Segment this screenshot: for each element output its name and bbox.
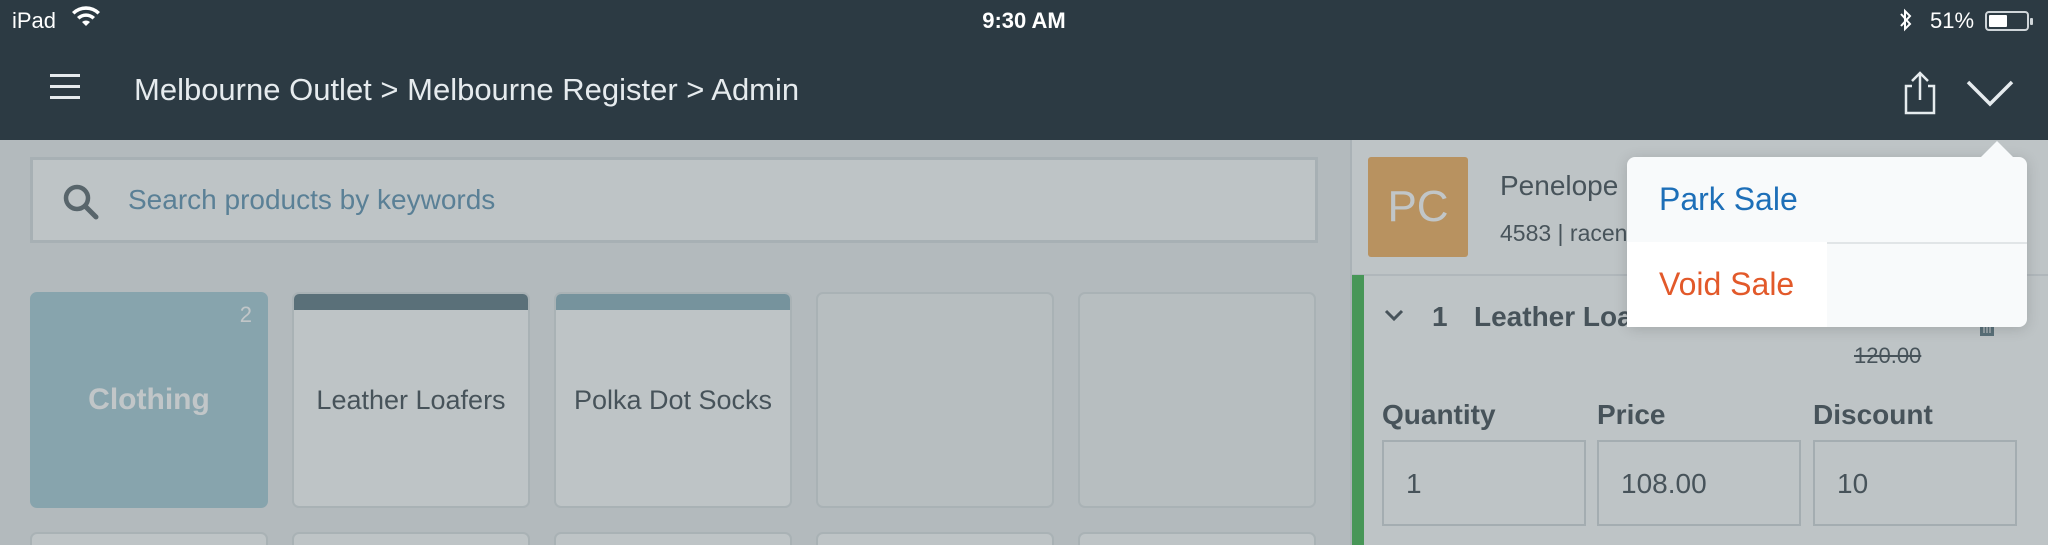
breadcrumb: Melbourne Outlet > Melbourne Register > … [134, 72, 800, 107]
chevron-down-icon[interactable] [1960, 68, 2020, 118]
sale-actions-popover: Park Sale Void Sale [1627, 141, 2027, 327]
bluetooth-icon [1900, 8, 1912, 32]
battery-icon [1985, 11, 2033, 31]
battery-percent: 51% [1930, 8, 1975, 33]
park-sale-button[interactable]: Park Sale [1627, 157, 2027, 242]
status-bar: iPad 9:30 AM 51% [0, 0, 2048, 40]
share-icon[interactable] [1900, 70, 1940, 116]
top-nav-bar: Melbourne Outlet > Melbourne Register > … [0, 40, 2048, 140]
clock: 9:30 AM [982, 8, 1066, 33]
hamburger-icon[interactable] [50, 74, 80, 100]
void-sale-button[interactable]: Void Sale [1627, 242, 2027, 327]
